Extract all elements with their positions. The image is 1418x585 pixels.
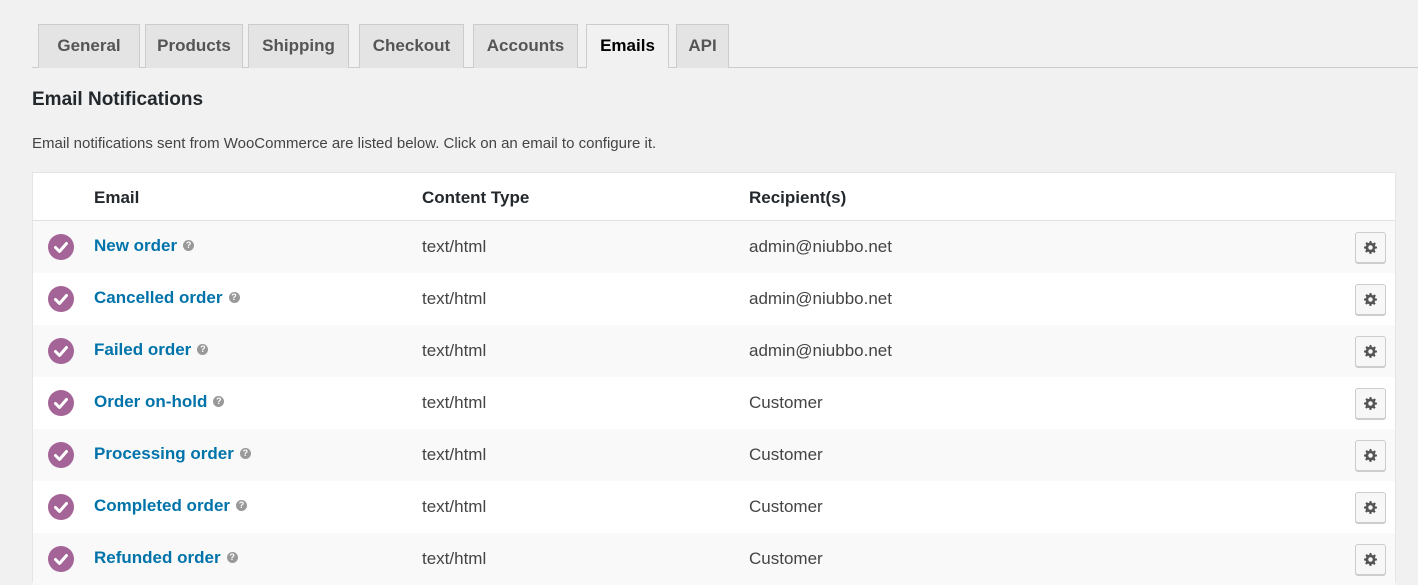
email-name: Processing order	[94, 444, 234, 463]
help-icon[interactable]: ?	[213, 396, 225, 408]
manage-button[interactable]	[1355, 336, 1386, 367]
email-name: Completed order	[94, 496, 231, 515]
recipient-cell: Customer	[749, 549, 823, 568]
table-row: Processing order? text/html Customer	[33, 429, 1395, 481]
tab-general[interactable]: General	[38, 24, 140, 68]
content-type-cell: text/html	[422, 445, 487, 464]
email-name: Cancelled order	[94, 288, 223, 307]
email-link-failed-order[interactable]: Failed order?	[94, 340, 209, 360]
enabled-check-icon	[48, 338, 74, 364]
gear-icon	[1364, 241, 1377, 254]
tab-products[interactable]: Products	[145, 24, 243, 68]
email-link-refunded-order[interactable]: Refunded order?	[94, 548, 238, 568]
gear-icon	[1364, 449, 1377, 462]
column-header-content-type: Content Type	[422, 188, 530, 207]
help-icon[interactable]: ?	[183, 240, 195, 252]
tab-accounts[interactable]: Accounts	[473, 24, 578, 68]
email-name: Order on-hold	[94, 392, 208, 411]
help-icon[interactable]: ?	[197, 344, 209, 356]
gear-icon	[1364, 397, 1377, 410]
manage-button[interactable]	[1355, 544, 1386, 575]
help-icon[interactable]: ?	[228, 292, 240, 304]
recipient-cell: admin@niubbo.net	[749, 237, 892, 256]
page-title: Email Notifications	[32, 89, 204, 110]
tab-emails[interactable]: Emails	[586, 24, 669, 68]
table-row: Refunded order? text/html Customer	[33, 533, 1395, 585]
gear-icon	[1364, 293, 1377, 306]
manage-button[interactable]	[1355, 284, 1386, 315]
content-type-cell: text/html	[422, 549, 487, 568]
enabled-check-icon	[48, 234, 74, 260]
content-type-cell: text/html	[422, 497, 487, 516]
table-row: Completed order? text/html Customer	[33, 481, 1395, 533]
email-name: New order	[94, 236, 178, 255]
email-link-completed-order[interactable]: Completed order?	[94, 496, 248, 516]
email-link-cancelled-order[interactable]: Cancelled order?	[94, 288, 240, 308]
tab-checkout[interactable]: Checkout	[359, 24, 464, 68]
tab-api[interactable]: API	[676, 24, 729, 68]
help-icon[interactable]: ?	[236, 500, 248, 512]
gear-icon	[1364, 501, 1377, 514]
gear-icon	[1364, 553, 1377, 566]
enabled-check-icon	[48, 286, 74, 312]
content-type-cell: text/html	[422, 393, 487, 412]
recipient-cell: Customer	[749, 497, 823, 516]
help-icon[interactable]: ?	[226, 552, 238, 564]
table-row: Cancelled order? text/html admin@niubbo.…	[33, 273, 1395, 325]
email-name: Refunded order	[94, 548, 221, 567]
table-row: Failed order? text/html admin@niubbo.net	[33, 325, 1395, 377]
enabled-check-icon	[48, 442, 74, 468]
email-link-new-order[interactable]: New order?	[94, 236, 195, 256]
manage-button[interactable]	[1355, 388, 1386, 419]
email-link-processing-order[interactable]: Processing order?	[94, 444, 251, 464]
enabled-check-icon	[48, 546, 74, 572]
help-icon[interactable]: ?	[239, 448, 251, 460]
enabled-check-icon	[48, 494, 74, 520]
email-link-order-on-hold[interactable]: Order on-hold?	[94, 392, 225, 412]
tab-shipping[interactable]: Shipping	[248, 24, 349, 68]
email-notifications-table: Email Content Type Recipient(s) New orde…	[32, 172, 1396, 585]
table-header: Email Content Type Recipient(s)	[33, 173, 1395, 221]
recipient-cell: Customer	[749, 393, 823, 412]
settings-tabs: General Products Shipping Checkout Accou…	[32, 24, 1418, 68]
manage-button[interactable]	[1355, 232, 1386, 263]
recipient-cell: admin@niubbo.net	[749, 289, 892, 308]
gear-icon	[1364, 345, 1377, 358]
column-header-recipients: Recipient(s)	[749, 188, 847, 207]
email-name: Failed order	[94, 340, 192, 359]
enabled-check-icon	[48, 390, 74, 416]
manage-button[interactable]	[1355, 492, 1386, 523]
table-row: Order on-hold? text/html Customer	[33, 377, 1395, 429]
table-row: New order? text/html admin@niubbo.net	[33, 221, 1395, 273]
content-type-cell: text/html	[422, 341, 487, 360]
section-description: Email notifications sent from WooCommerc…	[32, 135, 657, 152]
recipient-cell: admin@niubbo.net	[749, 341, 892, 360]
manage-button[interactable]	[1355, 440, 1386, 471]
column-header-email: Email	[94, 188, 140, 207]
recipient-cell: Customer	[749, 445, 823, 464]
content-type-cell: text/html	[422, 237, 487, 256]
content-type-cell: text/html	[422, 289, 487, 308]
